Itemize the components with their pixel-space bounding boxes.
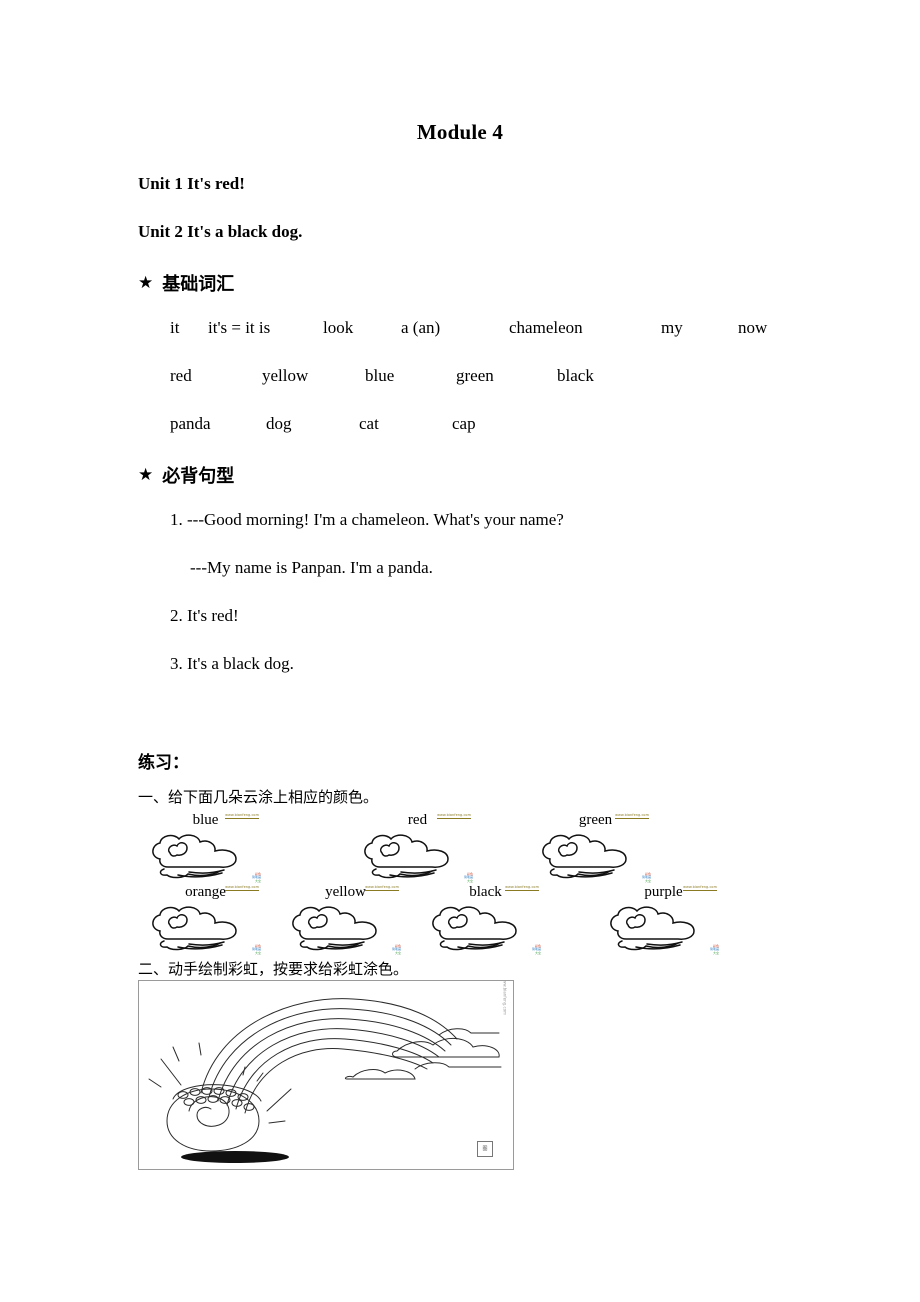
cloud-item: purple www.bianfeng.com 彩色 简笔画 大全 [606,884,721,955]
watermark-logo: 彩色 简笔画 大全 [384,944,401,955]
vocabulary-word: red [170,366,192,385]
vocabulary-word: my [661,318,683,337]
watermark-logo-line-3: 大全 [712,950,719,955]
star-icon: ★ [138,464,154,485]
watermark-url: www.bianfeng.com [225,813,259,819]
watermark-logo: 彩色 简笔画 大全 [244,872,261,883]
watermark-logo: 彩色 简笔画 大全 [524,944,541,955]
vocabulary-word: it's = it is [208,318,271,337]
watermark-logo: 彩色 简笔画 大全 [702,944,719,955]
watermark-url: www.bianfeng.com [365,885,399,891]
vocabulary-word: it [170,318,180,337]
watermark-logo-line-3: 大全 [254,950,261,955]
cloud-item: red www.bianfeng.com 彩色 简笔画 大全 [360,812,475,883]
worksheet-page: Module 4 Unit 1 It's red! Unit 2 It's a … [0,0,920,1302]
rainbow-coloring-image: http://www.bianfeng.com 图 [138,980,514,1170]
watermark-url: www.bianfeng.com [683,885,717,891]
watermark-logo-line-3: 大全 [466,878,473,883]
cloud-item: green www.bianfeng.com 彩色 简笔画 大全 [538,812,653,883]
watermark-logo-line-3: 大全 [394,950,401,955]
sentence-item: ---My name is Panpan. I'm a panda. [190,558,433,577]
watermark-logo: 彩色 简笔画 大全 [244,944,261,955]
vocabulary-word: a (an) [401,318,441,337]
exercise-instruction-1: 一、给下面几朵云涂上相应的颜色。 [138,788,379,806]
vocabulary-word: blue [365,366,395,385]
watermark-url: www.bianfeng.com [437,813,471,819]
rainbow-illustration [148,998,502,1163]
rainbow-watermark-logo: 图 [477,1141,493,1157]
exercise-instruction-2: 二、动手绘制彩虹，按要求给彩虹涂色。 [138,960,409,978]
page-title: Module 4 [416,120,504,144]
vocabulary-row: panda dog cat cap [170,414,512,434]
watermark-url: www.bianfeng.com [615,813,649,819]
cloud-item: yellow www.bianfeng.com 彩色 简笔画 大全 [288,884,403,955]
vocabulary-word: panda [170,414,211,433]
vocabulary-word: look [323,318,354,337]
section-heading-sentences-label: 必背句型 [162,466,235,487]
watermark-logo-line-3: 大全 [534,950,541,955]
unit-heading-1: Unit 1 It's red! [138,174,245,193]
vocabulary-word: now [738,318,768,337]
watermark-logo-line-3: 大全 [644,878,651,883]
star-icon: ★ [138,272,154,293]
section-heading-vocabulary-label: 基础词汇 [162,274,235,295]
watermark-url: www.bianfeng.com [225,885,259,891]
sentence-item: 1. ---Good morning! I'm a chameleon. Wha… [170,510,564,529]
cloud-item: blue www.bianfeng.com 彩色 简笔画 大全 [148,812,263,883]
watermark-logo-line-3: 大全 [254,878,261,883]
watermark-logo: 彩色 简笔画 大全 [634,872,651,883]
sentence-item: 2. It's red! [170,606,239,625]
vocabulary-row: it it's = it is look a (an) chameleon my now [170,318,788,338]
vocabulary-word: dog [266,414,292,433]
watermark-logo: 彩色 简笔画 大全 [456,872,473,883]
vocabulary-word: green [456,366,494,385]
vocabulary-word: cat [359,414,379,433]
vocabulary-word: yellow [262,366,309,385]
vocabulary-word: black [557,366,594,385]
cloud-item: orange www.bianfeng.com 彩色 简笔画 大全 [148,884,263,955]
section-heading-vocabulary: ★ 基础词汇 [138,270,234,296]
vocabulary-word: chameleon [509,318,583,337]
cloud-item: black www.bianfeng.com 彩色 简笔画 大全 [428,884,543,955]
unit-heading-2: Unit 2 It's a black dog. [138,222,303,241]
rainbow-watermark-url: http://www.bianfeng.com [502,980,507,1015]
watermark-url: www.bianfeng.com [505,885,539,891]
sentence-item: 3. It's a black dog. [170,654,294,673]
cloud-coloring-area: blue www.bianfeng.com 彩色 简笔画 大全 red www.… [138,812,758,955]
exercises-title: 练习： [138,753,189,773]
vocabulary-word: cap [452,414,476,433]
vocabulary-row: red yellow blue green black [170,366,617,386]
section-heading-sentences: ★ 必背句型 [138,462,234,488]
